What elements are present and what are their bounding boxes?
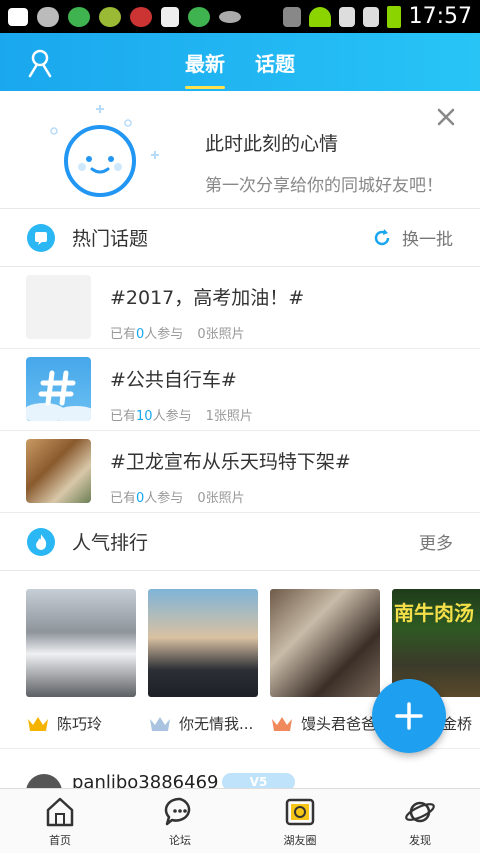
home-icon: [46, 797, 74, 826]
rank-card[interactable]: 陈巧玲: [26, 589, 136, 734]
browser-icon: [68, 6, 90, 27]
sim-icon: [362, 6, 379, 27]
popularity-header: 人气排行 更多: [0, 513, 480, 571]
topic-item[interactable]: #公共自行车# 已有10人参与 1张照片: [0, 349, 480, 431]
rank-photo: [26, 589, 136, 697]
nav-label: 论坛: [169, 833, 191, 847]
status-bar: 17:57: [0, 0, 480, 33]
tab-topics[interactable]: 话题: [255, 44, 295, 81]
rank-photo: [270, 589, 380, 697]
nav-label: 首页: [49, 833, 71, 847]
plus-icon: [395, 702, 423, 730]
wifi-icon: [308, 6, 331, 27]
silver-crown-icon: [150, 716, 170, 731]
hot-topics-header: 热门话题 换一批: [0, 209, 480, 267]
refresh-label: 换一批: [402, 230, 453, 250]
eye-icon: [219, 10, 241, 23]
weather-icon: [37, 6, 59, 27]
forum-icon: [164, 797, 191, 825]
tab-latest[interactable]: 最新: [185, 44, 225, 89]
topic-meta: 已有10人参与 1张照片: [110, 409, 253, 424]
app-icon: [99, 6, 121, 27]
topic-title: #卫龙宣布从乐天玛特下架#: [110, 451, 351, 473]
topic-thumbnail: [26, 439, 91, 503]
topic-title: #公共自行车#: [110, 369, 237, 391]
rank-photo: [148, 589, 258, 697]
refresh-button[interactable]: 换一批: [372, 225, 453, 250]
shop-sign-text: 南牛肉汤: [394, 601, 474, 625]
nav-circle[interactable]: 湖友圈: [240, 789, 360, 853]
refresh-icon: [374, 228, 390, 245]
topic-meta: 已有0人参与 0张照片: [110, 327, 245, 342]
clock: 17:57: [408, 4, 472, 29]
battery-icon: [386, 5, 401, 28]
add-icon: [8, 7, 28, 26]
header-tabs: 最新 话题: [185, 44, 295, 89]
news-icon: [161, 6, 179, 27]
gold-crown-icon: [28, 716, 48, 731]
rank-user-name: 你无情我...: [179, 715, 254, 733]
planet-icon: [405, 801, 435, 822]
profile-icon[interactable]: [26, 48, 54, 78]
flame-icon: [27, 527, 55, 556]
topic-item[interactable]: #卫龙宣布从乐天玛特下架# 已有0人参与 0张照片: [0, 431, 480, 513]
topic-item[interactable]: #2017，高考加油！# 已有0人参与 0张照片: [0, 267, 480, 349]
nav-discover[interactable]: 发现: [360, 789, 480, 853]
topic-thumbnail: [26, 357, 91, 421]
status-icons: [8, 6, 283, 27]
close-icon[interactable]: [434, 105, 458, 129]
nav-label: 发现: [409, 833, 431, 847]
hashtag-icon: [26, 370, 91, 421]
topic-thumbnail: [26, 275, 91, 339]
rank-card[interactable]: 你无情我...: [148, 589, 258, 734]
hot-topics-title: 热门话题: [72, 228, 149, 250]
topic-icon: [27, 223, 55, 252]
nav-label: 湖友圈: [283, 833, 317, 847]
rank-card[interactable]: 馒头君爸爸: [270, 589, 380, 734]
circle-icon: [285, 798, 315, 825]
nav-home[interactable]: 首页: [0, 789, 120, 853]
app-icon: [130, 6, 152, 27]
app-header: 最新 话题: [0, 33, 480, 91]
smiley-face-icon: [50, 105, 159, 197]
browser-icon: [188, 6, 210, 27]
topic-title: #2017，高考加油！#: [110, 287, 305, 309]
popularity-title: 人气排行: [72, 532, 149, 554]
bottom-nav: 首页 论坛 湖友圈 发现: [0, 788, 480, 853]
mute-icon: [282, 6, 301, 27]
rank-user-name: 馒头君爸爸: [301, 715, 377, 733]
mood-title: 此时此刻的心情: [205, 133, 339, 155]
sim-icon: [338, 6, 355, 27]
topic-meta: 已有0人参与 0张照片: [110, 491, 245, 506]
mood-subtitle: 第一次分享给你的同城好友吧！: [205, 176, 443, 196]
more-label: 更多: [419, 534, 453, 554]
mood-card[interactable]: 此时此刻的心情 第一次分享给你的同城好友吧！: [0, 91, 480, 209]
compose-fab[interactable]: [372, 679, 446, 753]
bronze-crown-icon: [272, 716, 292, 731]
nav-forum[interactable]: 论坛: [120, 789, 240, 853]
feed-item[interactable]: panlibo3886469 V5: [0, 750, 480, 790]
more-button[interactable]: 更多: [419, 529, 453, 554]
rank-user-name: 陈巧玲: [57, 715, 103, 733]
